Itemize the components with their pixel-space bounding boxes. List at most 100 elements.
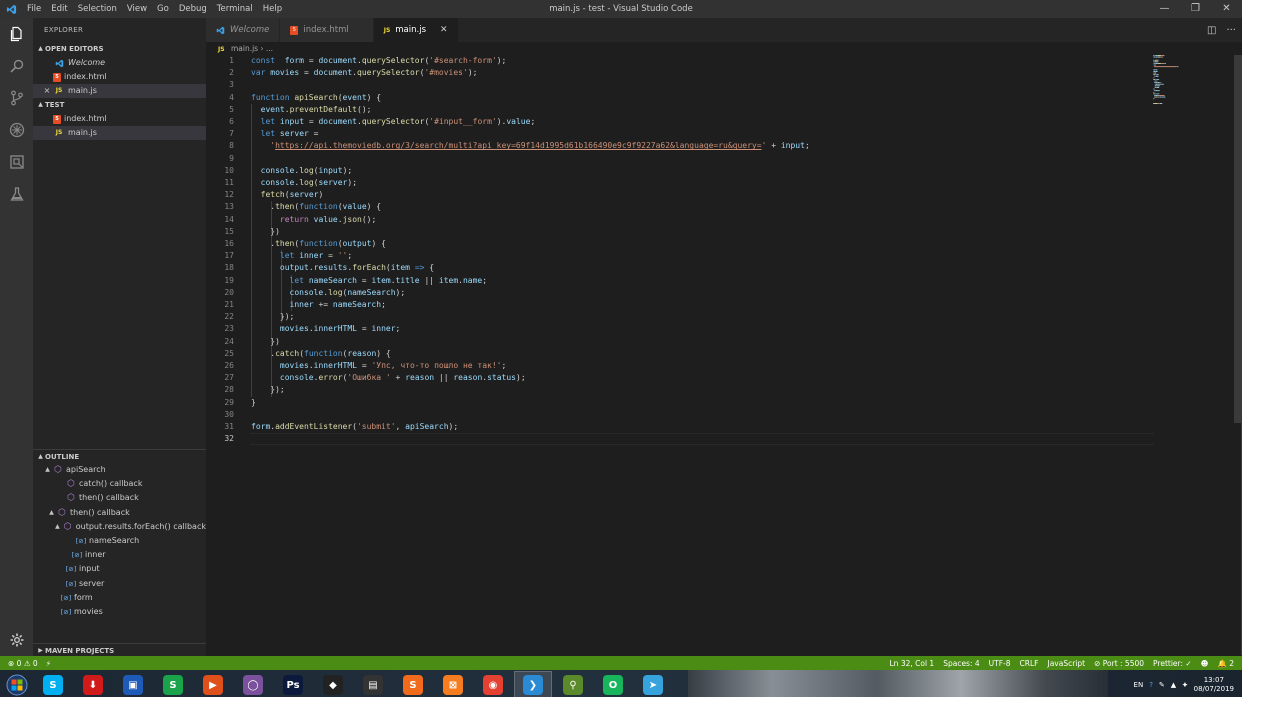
feedback-icon[interactable]: ☻ [1201,659,1209,668]
vscode-taskbar-icon[interactable]: ❯ [514,671,552,697]
outline-item[interactable]: [⊘] input [33,562,206,576]
close-window-icon[interactable]: ✕ [1211,0,1242,18]
tab-welcome[interactable]: Welcome [206,18,281,42]
floppy-save-icon[interactable]: ▣ [114,671,152,697]
green-app-icon[interactable]: ⚲ [554,671,592,697]
outline-item[interactable]: ▲ ⬡ output.results.forEach() callback [33,520,206,534]
code-line[interactable]: .then(function(output) { [251,238,386,250]
source-control-icon[interactable] [0,82,33,114]
outline-item[interactable]: [⊘] nameSearch [33,534,206,548]
code-line[interactable]: let input = document.querySelector('#inp… [251,116,536,128]
network-icon[interactable]: ⯌ [1182,681,1187,690]
tray-expand-icon[interactable]: ▲ [1171,681,1176,689]
problems-indicator[interactable]: ⊗ 0 ⚠ 0 [8,659,38,668]
opera-icon[interactable]: O [594,671,632,697]
language-mode[interactable]: JavaScript [1047,659,1085,668]
debug-icon[interactable] [0,114,33,146]
menu-debug[interactable]: Debug [174,0,212,18]
chrome-icon[interactable]: ◉ [474,671,512,697]
close-icon[interactable]: × [41,84,53,98]
test-folder-section[interactable]: ▲ TEST [33,98,206,112]
menu-terminal[interactable]: Terminal [212,0,258,18]
download-manager-icon[interactable]: ⬇ [74,671,112,697]
breadcrumb-more[interactable]: ... [266,44,273,53]
close-tab-icon[interactable]: ✕ [440,25,448,35]
code-line[interactable]: let inner = ''; [251,250,352,262]
tab-main-js[interactable]: JS main.js ✕ [373,18,459,42]
viber-icon[interactable]: ◯ [234,671,272,697]
outline-item[interactable]: ▲ ⬡ then() callback [33,506,206,520]
open-editors-section[interactable]: ▲ OPEN EDITORS [33,42,206,56]
code-line[interactable]: movies.innerHTML = inner; [251,323,400,335]
code-line[interactable]: event.preventDefault(); [251,104,372,116]
code-line[interactable]: function apiSearch(event) { [251,92,381,104]
code-line[interactable]: movies.innerHTML = 'Упс, что-то пошло не… [251,360,506,372]
outline-item[interactable]: [⊘] movies [33,605,206,619]
code-line[interactable]: let server = [251,128,319,140]
outline-section[interactable]: ▲ OUTLINE [33,449,206,463]
code-line[interactable]: let nameSearch = item.title || item.name… [251,275,488,287]
clapperboard-icon[interactable]: ▤ [354,671,392,697]
menu-view[interactable]: View [122,0,152,18]
sublime-text-icon[interactable]: S [394,671,432,697]
pen-icon[interactable]: ✎ [1159,681,1165,689]
outline-item[interactable]: [⊘] form [33,591,206,605]
outline-item[interactable]: [⊘] inner [33,548,206,562]
live-server-port[interactable]: ⊘ Port : 5500 [1094,659,1144,668]
skype-alt-icon[interactable]: S [154,671,192,697]
outline-item[interactable]: ⬡ then() callback [33,491,206,505]
menu-edit[interactable]: Edit [46,0,72,18]
files-icon[interactable] [0,18,33,50]
windows-start-icon[interactable] [0,670,34,697]
code-line[interactable]: console.log(nameSearch); [251,287,406,299]
search-icon[interactable] [0,50,33,82]
telegram-icon[interactable]: ➤ [634,671,672,697]
code-line[interactable]: }); [251,384,284,396]
code-line[interactable]: } [251,397,256,409]
outline-item[interactable]: [⊘] server [33,577,206,591]
open-editor-index-html[interactable]: 5 index.html [33,70,206,84]
vertical-scrollbar[interactable] [1234,55,1242,423]
notifications-bell-icon[interactable]: 🔔 2 [1218,659,1235,668]
skype-icon[interactable]: S [34,671,72,697]
encoding[interactable]: UTF-8 [989,659,1011,668]
xampp-icon[interactable]: ⊠ [434,671,472,697]
code-line[interactable]: .then(function(value) { [251,201,381,213]
code-line[interactable]: output.results.forEach(item => { [251,262,434,274]
indentation[interactable]: Spaces: 4 [943,659,979,668]
clock[interactable]: 13:07 08/07/2019 [1194,676,1234,694]
help-icon[interactable]: ? [1149,681,1153,689]
outline-item[interactable]: ⬡ catch() callback [33,477,206,491]
open-editor-main-js[interactable]: × JS main.js [33,84,206,98]
minimize-icon[interactable]: — [1149,0,1180,18]
code-line[interactable]: }); [251,311,294,323]
code-line[interactable]: 'https://api.themoviedb.org/3/search/mul… [251,140,810,152]
inkscape-icon[interactable]: ◆ [314,671,352,697]
menu-file[interactable]: File [22,0,46,18]
code-line[interactable]: const form = document.querySelector('#se… [251,55,506,67]
breadcrumb-file[interactable]: main.js [231,44,258,53]
prettier-status[interactable]: Prettier: ✓ [1153,659,1192,668]
code-line[interactable]: form.addEventListener('submit', apiSearc… [251,421,458,433]
media-app-icon[interactable]: ▶ [194,671,232,697]
photoshop-icon[interactable]: Ps [274,671,312,697]
language-indicator[interactable]: EN [1134,681,1144,689]
code-line[interactable]: }) [251,336,280,348]
file-main-js[interactable]: JS main.js [33,126,206,140]
minimap[interactable] [1153,55,1233,115]
outline-item[interactable]: ▲ ⬡ apiSearch [33,463,206,477]
code-line[interactable]: console.error('Ошибка ' + reason || reas… [251,372,526,384]
cursor-position[interactable]: Ln 32, Col 1 [890,659,935,668]
extensions-icon[interactable] [0,146,33,178]
code-line[interactable]: .catch(function(reason) { [251,348,390,360]
line-ending[interactable]: CRLF [1020,659,1039,668]
live-share-icon[interactable]: ⚡ [46,659,51,668]
tab-index-html[interactable]: 5 index.html [280,18,374,42]
code-line[interactable]: fetch(server) [251,189,324,201]
code-line[interactable]: console.log(input); [251,165,353,177]
code-line[interactable]: console.log(server); [251,177,357,189]
code-line[interactable]: return value.json(); [251,214,376,226]
code-line[interactable]: inner += nameSearch; [251,299,386,311]
test-icon[interactable] [0,178,33,210]
menu-help[interactable]: Help [258,0,287,18]
